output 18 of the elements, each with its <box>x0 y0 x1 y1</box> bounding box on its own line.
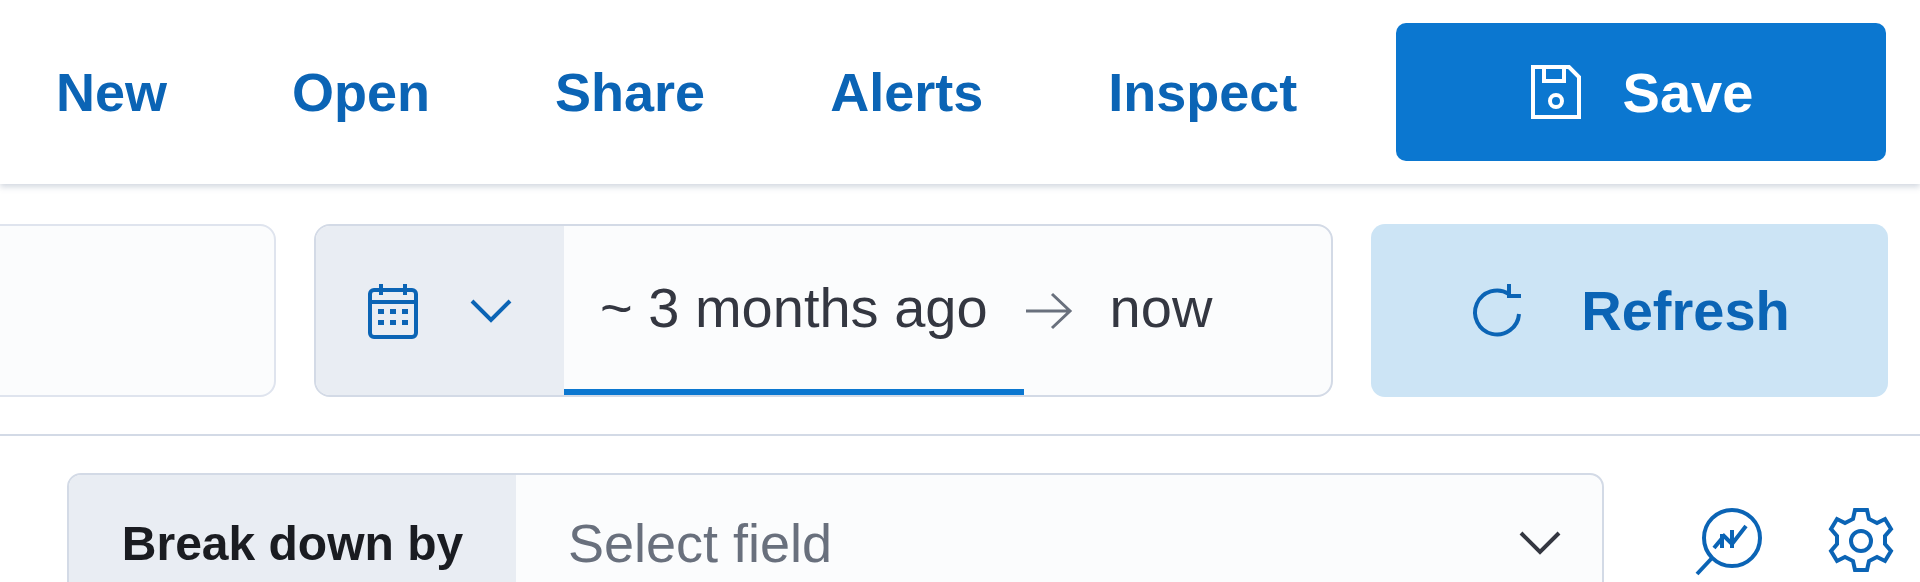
refresh-button[interactable]: Refresh <box>1371 224 1888 397</box>
chevron-down-icon <box>1518 530 1562 556</box>
arrow-right-icon <box>1023 290 1074 331</box>
query-field[interactable] <box>0 224 276 397</box>
calendar-icon <box>367 281 419 340</box>
nav-link[interactable]: New <box>56 61 168 123</box>
nav-link[interactable]: Alerts <box>830 61 984 123</box>
nav-link[interactable]: Share <box>555 61 706 123</box>
start-date[interactable]: ~ 3 months ago <box>564 226 1024 395</box>
chevron-down-icon <box>469 297 513 324</box>
breakdown-select[interactable]: Break down by Select field <box>67 473 1604 582</box>
nav-link[interactable]: Inspect <box>1108 61 1298 123</box>
nav-link[interactable]: Open <box>292 61 431 123</box>
save-icon <box>1528 63 1583 121</box>
save-button[interactable]: Save <box>1396 23 1886 161</box>
quick-menu-button[interactable] <box>316 226 564 395</box>
breakdown-label: Break down by <box>69 475 516 582</box>
end-date[interactable]: now <box>1073 226 1249 395</box>
